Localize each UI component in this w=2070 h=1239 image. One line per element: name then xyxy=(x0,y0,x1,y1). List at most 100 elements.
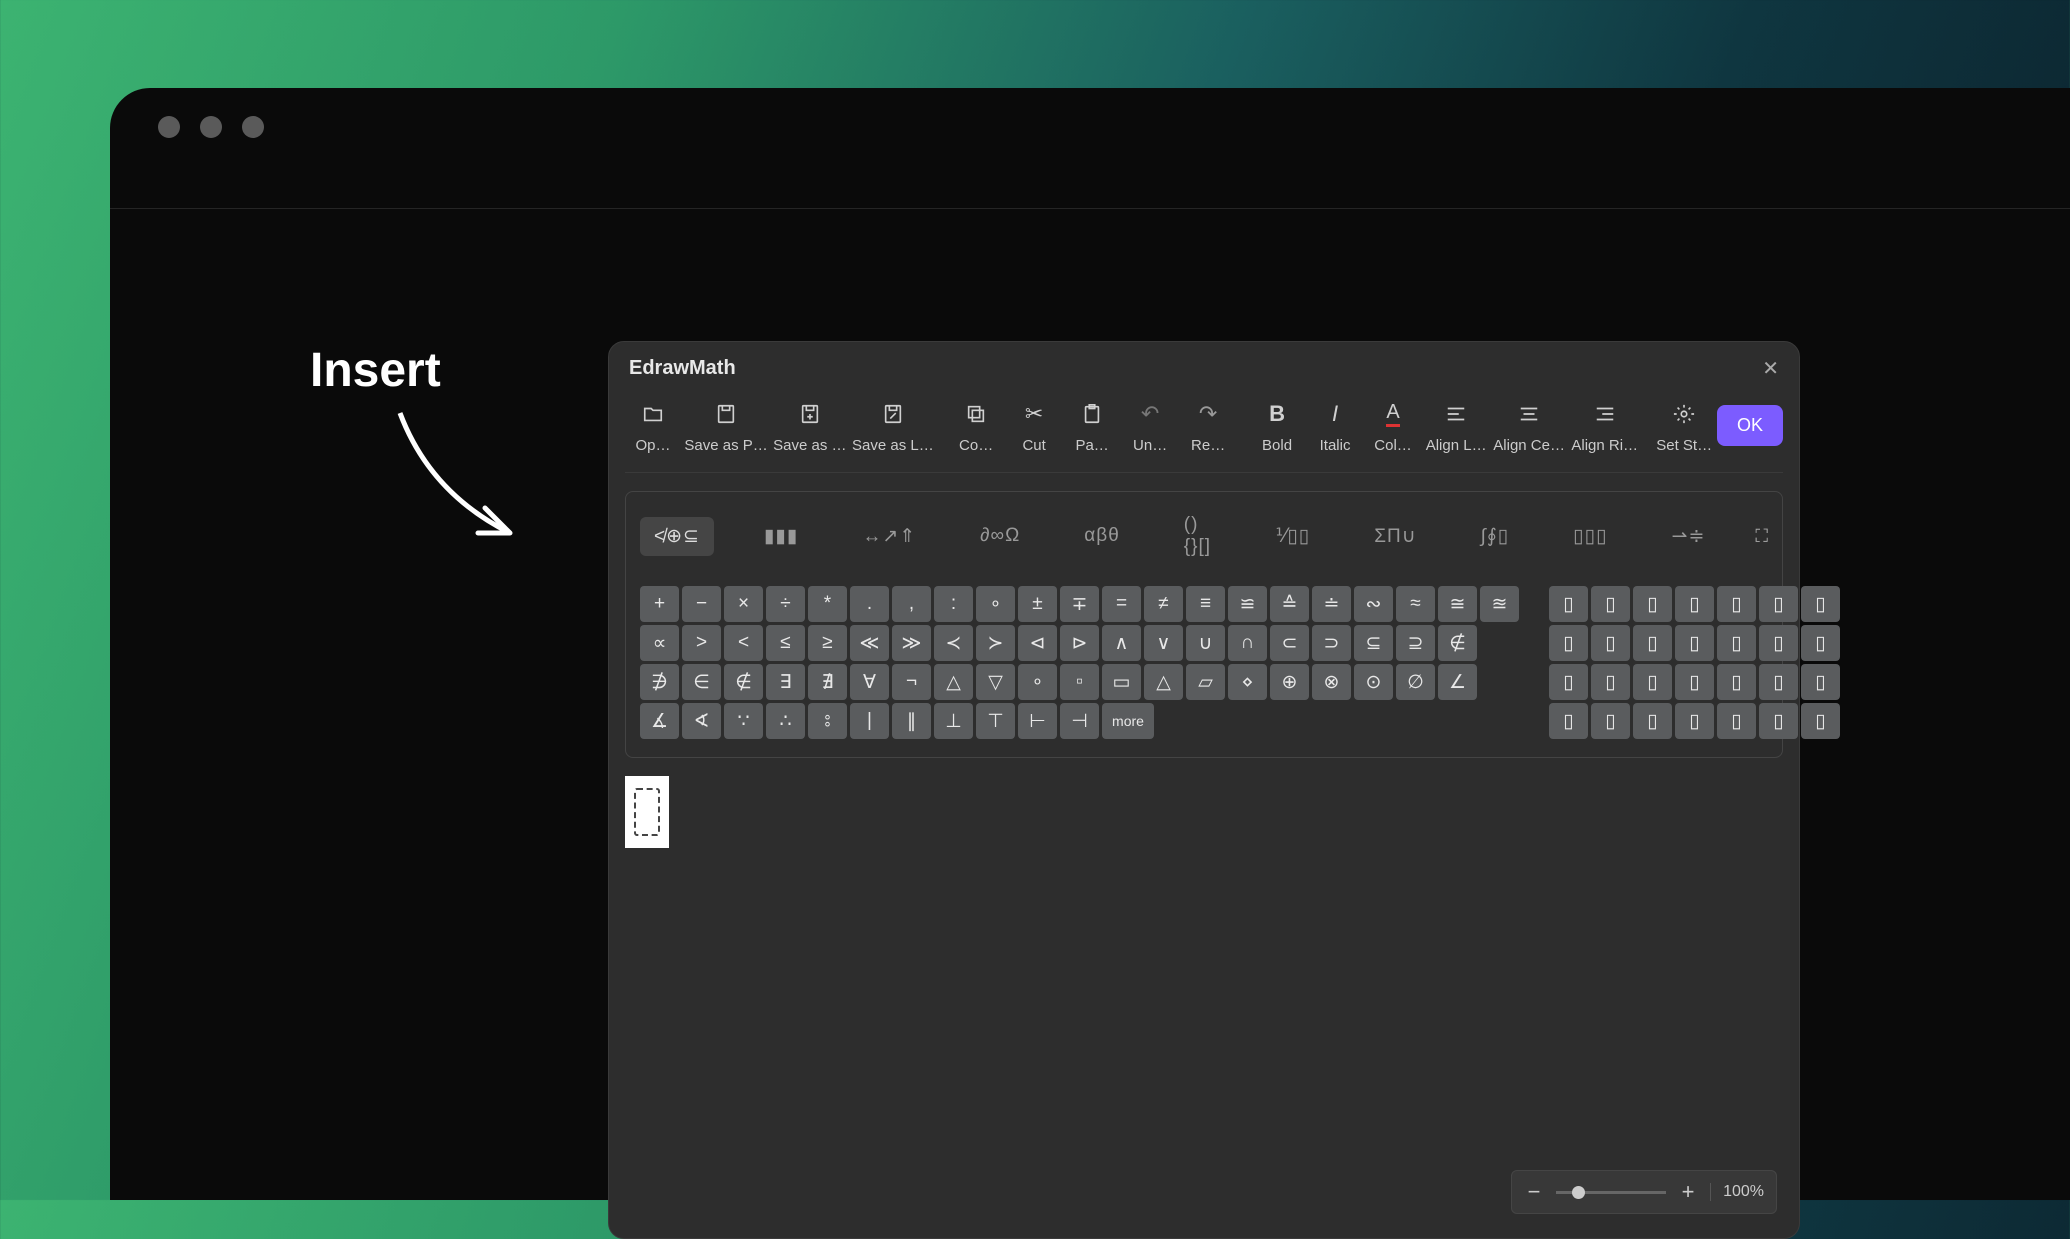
symbol-cell[interactable]: ▯ xyxy=(1633,625,1672,661)
symbol-cell[interactable]: ∅ xyxy=(1396,664,1435,700)
zoom-out-button[interactable]: − xyxy=(1524,1179,1544,1205)
symbol-cell[interactable]: ≌ xyxy=(1228,586,1267,622)
equation-canvas[interactable] xyxy=(625,776,1783,1146)
symbol-cell[interactable]: * xyxy=(808,586,847,622)
symbol-cell[interactable]: ∀ xyxy=(850,664,889,700)
category-tab-6[interactable]: ⅟▯▯ xyxy=(1262,517,1325,556)
symbol-cell[interactable]: < xyxy=(724,625,763,661)
symbol-cell[interactable]: ▭ xyxy=(1102,664,1141,700)
symbol-cell[interactable]: : xyxy=(934,586,973,622)
symbol-cell[interactable]: > xyxy=(682,625,721,661)
symbol-cell[interactable]: ▯ xyxy=(1591,664,1630,700)
symbol-cell[interactable]: ∵ xyxy=(724,703,763,739)
symbol-cell[interactable]: ¬ xyxy=(892,664,931,700)
symbol-cell[interactable]: ▯ xyxy=(1633,703,1672,739)
symbol-cell[interactable]: ∩ xyxy=(1228,625,1267,661)
symbol-cell[interactable]: ⊤ xyxy=(976,703,1015,739)
symbol-cell[interactable]: △ xyxy=(1144,664,1183,700)
symbol-cell[interactable]: ∉ xyxy=(1438,625,1477,661)
symbol-cell[interactable]: ≥ xyxy=(808,625,847,661)
italic-button[interactable]: IItalic xyxy=(1307,397,1363,458)
symbol-cell[interactable]: ⊆ xyxy=(1354,625,1393,661)
zoom-slider[interactable] xyxy=(1556,1191,1666,1194)
symbol-cell[interactable]: ▯ xyxy=(1759,625,1798,661)
symbol-cell[interactable]: ⦂ xyxy=(808,703,847,739)
symbol-cell[interactable]: ∄ xyxy=(808,664,847,700)
align-left-button[interactable]: Align L… xyxy=(1423,397,1489,458)
symbol-cell[interactable]: ▯ xyxy=(1591,586,1630,622)
redo-button[interactable]: ↷Re… xyxy=(1180,397,1236,458)
symbol-cell[interactable]: ∉ xyxy=(724,664,763,700)
symbol-cell[interactable]: − xyxy=(682,586,721,622)
symbol-cell[interactable]: ▯ xyxy=(1675,703,1714,739)
save-latex-button[interactable]: Save as L… xyxy=(851,397,936,458)
symbol-cell[interactable]: ∢ xyxy=(682,703,721,739)
symbol-cell[interactable]: ▯ xyxy=(1759,703,1798,739)
symbol-cell[interactable]: ▯ xyxy=(1591,703,1630,739)
symbol-cell[interactable]: ∠ xyxy=(1438,664,1477,700)
symbol-cell[interactable]: ▯ xyxy=(1717,703,1756,739)
category-tab-4[interactable]: αβθ xyxy=(1070,517,1133,555)
symbol-cell[interactable]: ÷ xyxy=(766,586,805,622)
symbol-cell[interactable]: ≡ xyxy=(1186,586,1225,622)
ok-button[interactable]: OK xyxy=(1717,405,1783,446)
symbol-cell[interactable]: ▯ xyxy=(1675,586,1714,622)
symbol-cell[interactable]: ≪ xyxy=(850,625,889,661)
symbol-cell[interactable]: △ xyxy=(934,664,973,700)
traffic-maximize[interactable] xyxy=(242,116,264,138)
symbol-cell[interactable]: ∌ xyxy=(640,664,679,700)
symbol-cell[interactable]: ∾ xyxy=(1354,586,1393,622)
open-button[interactable]: Op… xyxy=(625,397,681,458)
save-png-button[interactable]: Save as P… xyxy=(683,397,769,458)
symbol-cell[interactable]: ⊗ xyxy=(1312,664,1351,700)
symbol-cell[interactable]: ▫ xyxy=(1060,664,1099,700)
symbol-cell[interactable]: × xyxy=(724,586,763,622)
paste-button[interactable]: Pa… xyxy=(1064,397,1120,458)
symbol-cell[interactable]: ▯ xyxy=(1801,625,1840,661)
category-tab-1[interactable]: ▮▮▮ xyxy=(750,517,812,556)
symbol-cell[interactable]: ▯ xyxy=(1759,664,1798,700)
symbol-cell[interactable]: ▽ xyxy=(976,664,1015,700)
symbol-cell[interactable]: ⊂ xyxy=(1270,625,1309,661)
symbol-cell[interactable]: ∝ xyxy=(640,625,679,661)
symbol-cell[interactable]: ▯ xyxy=(1633,586,1672,622)
close-icon[interactable]: ✕ xyxy=(1762,356,1779,381)
symbol-cell[interactable]: ▯ xyxy=(1801,703,1840,739)
category-tab-10[interactable]: ⇀≑ xyxy=(1658,517,1720,556)
symbol-cell[interactable]: ⊃ xyxy=(1312,625,1351,661)
settings-button[interactable]: Set St… xyxy=(1653,397,1715,458)
symbol-more[interactable]: more xyxy=(1102,703,1154,739)
color-button[interactable]: ACol… xyxy=(1365,397,1421,458)
symbol-cell[interactable]: ⊣ xyxy=(1060,703,1099,739)
symbol-cell[interactable]: ⊢ xyxy=(1018,703,1057,739)
equation-placeholder[interactable] xyxy=(625,776,669,848)
zoom-in-button[interactable]: + xyxy=(1678,1179,1698,1205)
symbol-cell[interactable]: ▯ xyxy=(1717,625,1756,661)
traffic-close[interactable] xyxy=(158,116,180,138)
symbol-cell[interactable]: , xyxy=(892,586,931,622)
symbol-cell[interactable]: ▯ xyxy=(1717,586,1756,622)
symbol-cell[interactable]: ∓ xyxy=(1060,586,1099,622)
symbol-cell[interactable]: ▯ xyxy=(1759,586,1798,622)
symbol-cell[interactable]: ⊥ xyxy=(934,703,973,739)
traffic-minimize[interactable] xyxy=(200,116,222,138)
symbol-cell[interactable]: ⊇ xyxy=(1396,625,1435,661)
symbol-cell[interactable]: ≙ xyxy=(1270,586,1309,622)
symbol-cell[interactable]: ∴ xyxy=(766,703,805,739)
symbol-cell[interactable]: ∧ xyxy=(1102,625,1141,661)
expand-icon[interactable]: ⛶ xyxy=(1755,526,1768,547)
symbol-cell[interactable]: = xyxy=(1102,586,1141,622)
symbol-cell[interactable]: ≈ xyxy=(1396,586,1435,622)
symbol-cell[interactable]: ∥ xyxy=(892,703,931,739)
symbol-cell[interactable]: | xyxy=(850,703,889,739)
undo-button[interactable]: ↶Un… xyxy=(1122,397,1178,458)
symbol-cell[interactable]: ⊕ xyxy=(1270,664,1309,700)
symbol-cell[interactable]: ▯ xyxy=(1549,664,1588,700)
save-as-button[interactable]: Save as … xyxy=(771,397,848,458)
category-tab-7[interactable]: ΣΠ∪ xyxy=(1360,517,1430,556)
bold-button[interactable]: BBold xyxy=(1249,397,1305,458)
copy-button[interactable]: Co… xyxy=(948,397,1004,458)
symbol-cell[interactable]: ∡ xyxy=(640,703,679,739)
symbol-cell[interactable]: ⊙ xyxy=(1354,664,1393,700)
symbol-cell[interactable]: ⊳ xyxy=(1060,625,1099,661)
